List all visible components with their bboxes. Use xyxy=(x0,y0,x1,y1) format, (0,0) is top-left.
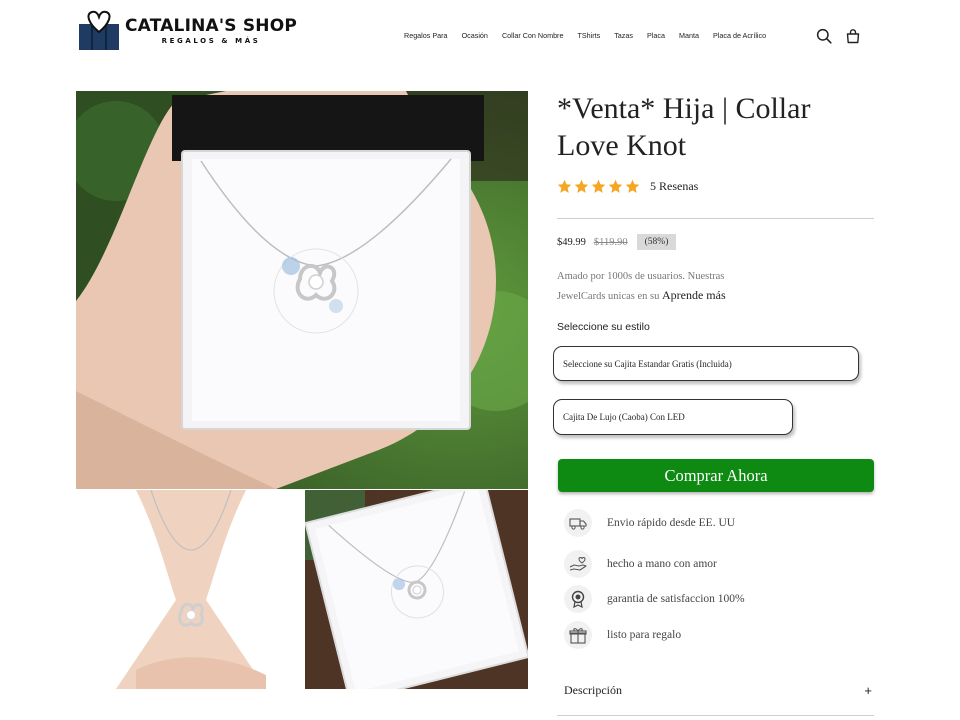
star-icon xyxy=(591,179,606,193)
feature-handmade: hecho a mano con amor xyxy=(564,550,717,578)
cart-icon[interactable] xyxy=(845,28,861,44)
gift-icon xyxy=(564,621,592,649)
feature-shipping: Envio rápido desde EE. UU xyxy=(564,509,735,537)
reviews-link[interactable]: 5 Resenas xyxy=(650,179,698,194)
feature-guarantee-text: garantia de satisfaccion 100% xyxy=(607,593,745,605)
nav-item-manta[interactable]: Manta xyxy=(679,31,699,40)
divider xyxy=(557,218,874,219)
nav-item-tshirts[interactable]: TShirts xyxy=(577,31,600,40)
buy-now-button[interactable]: Comprar Ahora xyxy=(558,459,874,492)
nav-item-ocasion[interactable]: Ocasión xyxy=(462,31,488,40)
brand-name: CATALINA'S SHOP xyxy=(125,16,298,36)
description-accordion[interactable]: Descripción + xyxy=(557,676,874,704)
nav-item-tazas[interactable]: Tazas xyxy=(614,31,633,40)
sale-price: $49.99 xyxy=(557,236,586,248)
feature-handmade-text: hecho a mano con amor xyxy=(607,558,717,570)
star-icon xyxy=(557,179,572,193)
feature-gift-ready: listo para regalo xyxy=(564,621,681,649)
feature-gift-ready-text: listo para regalo xyxy=(607,629,682,641)
award-ribbon-icon xyxy=(564,585,592,613)
truck-icon xyxy=(564,509,592,537)
description-accordion-label: Descripción xyxy=(564,682,622,697)
nav-item-collar-con-nombre[interactable]: Collar Con Nombre xyxy=(502,31,564,40)
style-selector-label: Seleccione su estilo xyxy=(557,321,650,333)
product-title: *Venta* Hija | Collar Love Knot xyxy=(557,92,811,162)
nav-item-placa-acrilico[interactable]: Placa de Acrílico xyxy=(713,31,766,40)
nav-item-placa[interactable]: Placa xyxy=(647,31,665,40)
discount-badge: (58%) xyxy=(636,234,677,250)
star-icon xyxy=(608,179,623,193)
star-icon xyxy=(625,179,640,193)
product-rating[interactable]: 5 Resenas xyxy=(557,179,698,194)
product-thumbnail-box[interactable] xyxy=(305,490,528,689)
plus-icon: + xyxy=(864,682,872,698)
search-icon[interactable] xyxy=(816,28,832,44)
brand-tagline: REGALOS & MÁS xyxy=(161,37,261,45)
social-proof-text: Amado por 1000s de usuarios. Nuestras Je… xyxy=(557,268,757,306)
style-option-luxury-box[interactable]: Cajita De Lujo (Caoba) Con LED xyxy=(553,399,793,435)
feature-guarantee: garantia de satisfaccion 100% xyxy=(564,585,745,613)
star-icon xyxy=(574,179,589,193)
style-option-standard-box[interactable]: Seleccione su Cajita Estandar Gratis (In… xyxy=(553,346,859,381)
product-main-image[interactable] xyxy=(76,91,528,489)
product-thumbnail-worn[interactable] xyxy=(76,490,304,689)
learn-more-link[interactable]: Aprende más xyxy=(662,288,726,302)
divider xyxy=(557,715,874,716)
price-row: $49.99 $119.90 (58%) xyxy=(557,234,677,250)
logo-mark-icon xyxy=(77,10,121,52)
nav-item-regalos-para[interactable]: Regalos Para xyxy=(404,31,448,40)
compare-at-price: $119.90 xyxy=(593,236,628,248)
hand-heart-icon xyxy=(564,550,592,578)
feature-shipping-text: Envio rápido desde EE. UU xyxy=(607,517,736,529)
brand-logo[interactable]: CATALINA'S SHOP REGALOS & MÁS xyxy=(77,9,307,53)
main-nav: Regalos Para Ocasión Collar Con Nombre T… xyxy=(404,31,766,40)
